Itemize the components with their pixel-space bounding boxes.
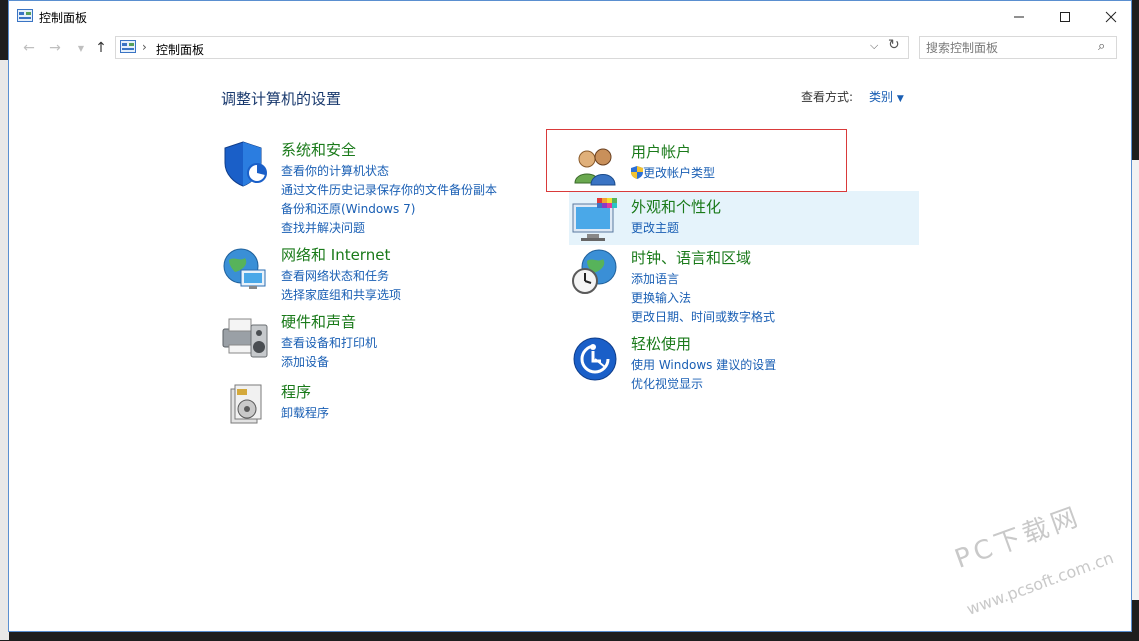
link-recommended-settings[interactable]: 使用 Windows 建议的设置 xyxy=(631,356,776,375)
accessibility-icon xyxy=(573,337,617,381)
category-title[interactable]: 轻松使用 xyxy=(631,333,691,354)
refresh-icon[interactable]: ↻ xyxy=(888,37,900,53)
monitor-palette-icon xyxy=(572,198,617,241)
breadcrumb-control-panel[interactable]: 控制面板 xyxy=(156,41,204,58)
category-title[interactable]: 时钟、语言和区域 xyxy=(631,247,751,268)
link-check-status[interactable]: 查看你的计算机状态 xyxy=(281,162,497,181)
category-title[interactable]: 程序 xyxy=(281,381,311,402)
window-title: 控制面板 xyxy=(39,11,88,25)
back-button[interactable]: ← xyxy=(19,38,39,58)
globe-network-icon xyxy=(223,248,266,289)
control-panel-icon xyxy=(17,9,33,22)
category-ease-of-access: 轻松使用 使用 Windows 建议的设置 优化视觉显示 xyxy=(571,333,891,393)
category-network-internet: 网络和 Internet 查看网络状态和任务 选择家庭组和共享选项 xyxy=(221,244,541,304)
link-date-time-format[interactable]: 更改日期、时间或数字格式 xyxy=(631,308,775,327)
category-title[interactable]: 网络和 Internet xyxy=(281,244,390,265)
forward-button[interactable]: → xyxy=(45,38,65,58)
category-clock-language-region: 时钟、语言和区域 添加语言 更换输入法 更改日期、时间或数字格式 xyxy=(571,247,891,327)
arrow-up-icon: ↑ xyxy=(95,40,107,56)
category-title[interactable]: 硬件和声音 xyxy=(281,311,356,332)
address-dropdown-icon[interactable]: ⌵ xyxy=(870,39,878,53)
link-change-account-type[interactable]: 更改帐户类型 xyxy=(631,164,715,183)
search-icon[interactable]: ⌕ xyxy=(1098,39,1105,54)
link-troubleshoot[interactable]: 查找并解决问题 xyxy=(281,219,497,238)
navigation-bar: ← → ▼ ↑ › 控制面板 ⌵ ↻ ⌕ xyxy=(9,34,1131,62)
address-bar[interactable]: › 控制面板 ⌵ ↻ xyxy=(115,36,909,59)
maximize-icon xyxy=(1060,11,1070,22)
control-panel-icon xyxy=(120,40,136,53)
link-backup-restore[interactable]: 备份和还原(Windows 7) xyxy=(281,200,497,219)
link-network-status[interactable]: 查看网络状态和任务 xyxy=(281,267,401,286)
link-file-history[interactable]: 通过文件历史记录保存你的文件备份副本 xyxy=(281,181,497,200)
link-add-device[interactable]: 添加设备 xyxy=(281,353,377,372)
up-button[interactable]: ↑ xyxy=(91,38,111,58)
link-uninstall[interactable]: 卸载程序 xyxy=(281,404,329,423)
minimize-icon xyxy=(1014,16,1024,17)
clock-globe-icon xyxy=(572,249,617,294)
link-change-input[interactable]: 更换输入法 xyxy=(631,289,775,308)
arrow-left-icon: ← xyxy=(23,40,35,56)
users-icon xyxy=(574,148,616,186)
link-add-language[interactable]: 添加语言 xyxy=(631,270,775,289)
minimize-button[interactable] xyxy=(996,1,1042,32)
view-by-dropdown[interactable]: 类别 ▼ xyxy=(869,88,904,105)
category-programs: 程序 卸载程序 xyxy=(221,381,541,431)
maximize-button[interactable] xyxy=(1042,1,1088,32)
link-devices-printers[interactable]: 查看设备和打印机 xyxy=(281,334,377,353)
category-title[interactable]: 用户帐户 xyxy=(631,141,691,162)
link-label[interactable]: 更改帐户类型 xyxy=(643,166,715,180)
close-icon xyxy=(1105,11,1117,22)
printer-speaker-icon xyxy=(222,318,268,358)
link-change-theme[interactable]: 更改主题 xyxy=(631,219,679,238)
category-appearance: 外观和个性化 更改主题 xyxy=(571,196,891,246)
title-bar: 控制面板 xyxy=(9,1,1131,32)
link-homegroup[interactable]: 选择家庭组和共享选项 xyxy=(281,286,401,305)
page-title: 调整计算机的设置 xyxy=(221,90,342,108)
close-button[interactable] xyxy=(1088,1,1134,32)
link-optimize-display[interactable]: 优化视觉显示 xyxy=(631,375,776,394)
category-user-accounts: 用户帐户 更改帐户类型 xyxy=(571,141,891,191)
category-title[interactable]: 外观和个性化 xyxy=(631,196,721,217)
caret-down-icon: ▼ xyxy=(896,94,904,104)
recent-locations-button[interactable]: ▼ xyxy=(71,38,91,58)
arrow-right-icon: → xyxy=(49,40,61,56)
category-hardware-sound: 硬件和声音 查看设备和打印机 添加设备 xyxy=(221,311,541,371)
category-system-security: 系统和安全 查看你的计算机状态 通过文件历史记录保存你的文件备份副本 备份和还原… xyxy=(221,139,541,239)
chevron-down-icon: ▼ xyxy=(77,43,85,53)
search-input[interactable] xyxy=(920,37,1090,58)
category-title[interactable]: 系统和安全 xyxy=(281,139,356,160)
shield-icon xyxy=(224,141,267,187)
breadcrumb-separator[interactable]: › xyxy=(142,40,147,54)
search-box[interactable]: ⌕ xyxy=(919,36,1117,59)
view-by-label: 查看方式: xyxy=(801,90,854,104)
programs-icon xyxy=(230,384,262,424)
control-panel-window: 控制面板 ← → ▼ ↑ › 控制面板 ⌵ ↻ 搜索控制面板 ⌕ 调整计算机的设… xyxy=(8,0,1132,632)
uac-shield-icon xyxy=(631,166,643,179)
background-window-right xyxy=(1131,160,1139,600)
view-by-value[interactable]: 类别 xyxy=(869,90,893,104)
